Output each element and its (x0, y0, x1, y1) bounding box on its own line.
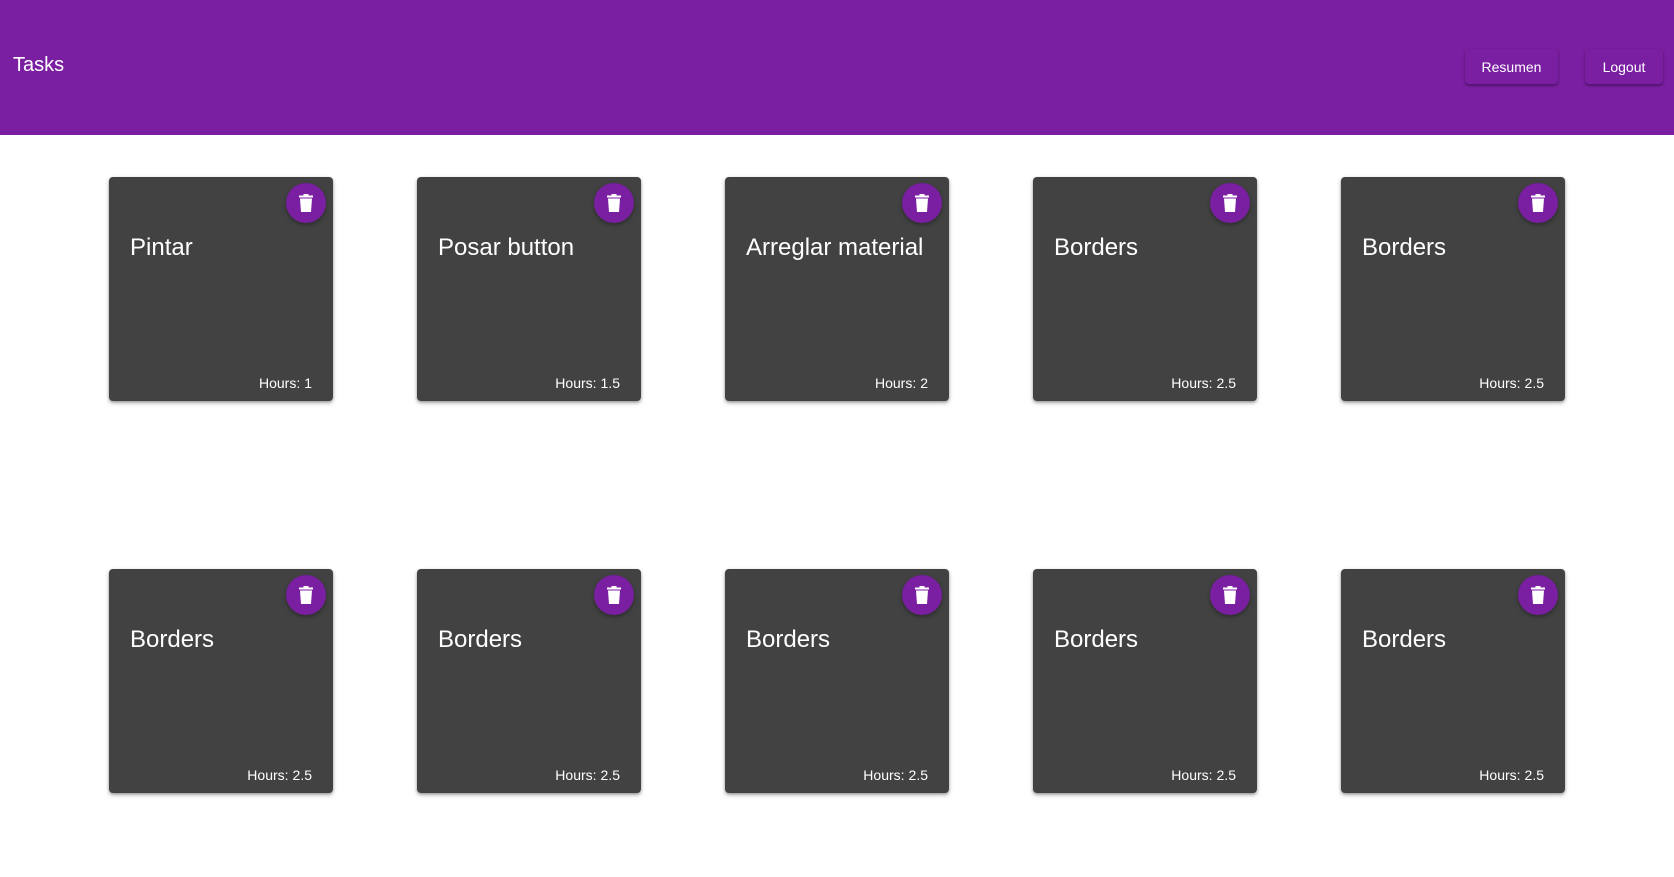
hours-value: 2.5 (292, 767, 312, 783)
trash-icon (607, 194, 621, 212)
trash-icon (915, 586, 929, 604)
task-title: Borders (438, 626, 523, 653)
task-card: Arreglar material Hours: 2 (725, 177, 949, 401)
task-card: Borders Hours: 2.5 (1033, 569, 1257, 793)
task-title: Borders (1054, 234, 1139, 261)
trash-icon (1531, 194, 1545, 212)
hours-label: Hours: (555, 767, 597, 783)
task-title: Borders (746, 626, 831, 653)
hours-label: Hours: (1171, 375, 1213, 391)
task-card: Borders Hours: 2.5 (109, 569, 333, 793)
app-title: Tasks (13, 54, 65, 76)
task-title: Borders (1054, 626, 1139, 653)
hours-value: 2.5 (1216, 767, 1236, 783)
task-title: Borders (1362, 234, 1447, 261)
task-hours: Hours: 2.5 (1171, 766, 1236, 784)
hours-label: Hours: (258, 375, 301, 391)
hours-value: 2.5 (1524, 767, 1544, 783)
hours-label: Hours: (1479, 767, 1521, 783)
logout-button[interactable]: Logout (1585, 49, 1663, 84)
task-card: Pintar Hours: 1 (109, 177, 333, 401)
delete-task-button[interactable] (286, 183, 326, 223)
hours-value: 2.5 (908, 767, 928, 783)
hours-label: Hours: (247, 767, 289, 783)
hours-label: Hours: (1171, 767, 1213, 783)
task-hours: Hours: 2.5 (863, 766, 928, 784)
task-title: Borders (130, 626, 215, 653)
hours-value: 1 (304, 375, 312, 391)
delete-task-button[interactable] (286, 575, 326, 615)
delete-task-button[interactable] (594, 183, 634, 223)
trash-icon (299, 586, 313, 604)
task-card: Borders Hours: 2.5 (1033, 177, 1257, 401)
task-card: Posar button Hours: 1.5 (417, 177, 641, 401)
task-title: Pintar (130, 234, 193, 261)
task-hours: Hours: 2.5 (1479, 766, 1544, 784)
delete-task-button[interactable] (1518, 575, 1558, 615)
delete-task-button[interactable] (1518, 183, 1558, 223)
trash-icon (607, 586, 621, 604)
hours-value: 1.5 (600, 375, 620, 391)
task-card: Borders Hours: 2.5 (417, 569, 641, 793)
trash-icon (1531, 586, 1545, 604)
delete-task-button[interactable] (902, 183, 942, 223)
hours-value: 2.5 (1216, 375, 1236, 391)
task-card: Borders Hours: 2.5 (1341, 569, 1565, 793)
task-title: Arreglar material (746, 234, 924, 261)
hours-label: Hours: (555, 375, 597, 391)
task-hours: Hours: 2 (875, 374, 928, 392)
trash-icon (1223, 586, 1237, 604)
trash-icon (1223, 194, 1237, 212)
task-hours: Hours: 1.5 (555, 374, 620, 392)
delete-task-button[interactable] (594, 575, 634, 615)
task-hours: Hours: 2.5 (555, 766, 620, 784)
hours-value: 2.5 (1524, 375, 1544, 391)
task-hours: Hours: 2.5 (1171, 374, 1236, 392)
hours-label: Hours: (863, 767, 905, 783)
hours-label: Hours: (1479, 375, 1521, 391)
trash-icon (299, 194, 313, 212)
task-grid: Pintar Hours: 1 Posar button Hours: 1.5 … (109, 177, 1565, 793)
task-card: Borders Hours: 2.5 (1341, 177, 1565, 401)
hours-label: Hours: (874, 375, 917, 391)
app-toolbar: Tasks Resumen Logout (0, 0, 1674, 135)
task-title: Posar button (438, 234, 575, 261)
task-card: Borders Hours: 2.5 (725, 569, 949, 793)
task-hours: Hours: 2.5 (247, 766, 312, 784)
resumen-button[interactable]: Resumen (1465, 49, 1558, 84)
task-hours: Hours: 1 (259, 374, 312, 392)
task-title: Borders (1362, 626, 1447, 653)
delete-task-button[interactable] (1210, 183, 1250, 223)
hours-value: 2 (920, 375, 928, 391)
task-hours: Hours: 2.5 (1479, 374, 1544, 392)
trash-icon (915, 194, 929, 212)
delete-task-button[interactable] (1210, 575, 1250, 615)
hours-value: 2.5 (600, 767, 620, 783)
delete-task-button[interactable] (902, 575, 942, 615)
